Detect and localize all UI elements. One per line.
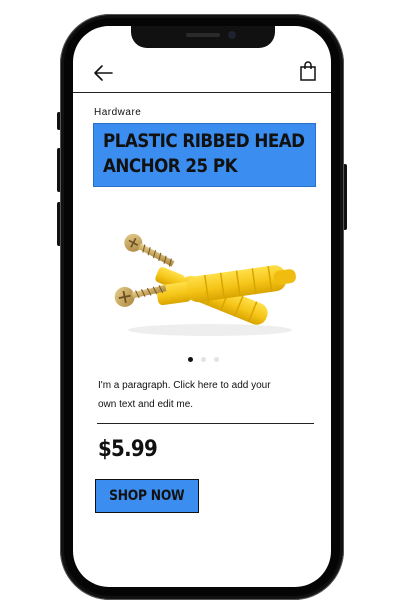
product-title-line-1: PLASTIC RIBBED HEAD xyxy=(103,130,305,152)
pagination-dot[interactable] xyxy=(188,357,193,362)
shop-now-label: SHOP NOW xyxy=(109,488,185,504)
phone-notch xyxy=(131,26,275,48)
product-category: Hardware xyxy=(94,107,142,118)
product-title: PLASTIC RIBBED HEAD ANCHOR 25 PK xyxy=(103,129,305,179)
pagination-dot[interactable] xyxy=(201,357,206,362)
shop-now-button[interactable]: SHOP NOW xyxy=(95,479,199,513)
product-title-line-2: ANCHOR 25 PK xyxy=(103,155,238,177)
stage: Hardware PLASTIC RIBBED HEAD ANCHOR 25 P… xyxy=(0,0,408,612)
shopping-bag-icon[interactable] xyxy=(298,60,318,82)
product-price: $5.99 xyxy=(98,437,158,462)
arrow-left-icon[interactable] xyxy=(92,63,114,83)
header-divider xyxy=(73,92,331,93)
product-image[interactable] xyxy=(100,222,300,340)
pagination-dot[interactable] xyxy=(214,357,219,362)
image-pagination xyxy=(188,357,219,362)
speaker-grille xyxy=(186,33,220,37)
product-description: I'm a paragraph. Click here to add your … xyxy=(98,376,304,414)
description-line-2: own text and edit me. xyxy=(98,399,194,410)
description-line-1: I'm a paragraph. Click here to add your xyxy=(98,380,271,391)
front-camera xyxy=(228,31,236,39)
description-divider xyxy=(97,423,314,424)
